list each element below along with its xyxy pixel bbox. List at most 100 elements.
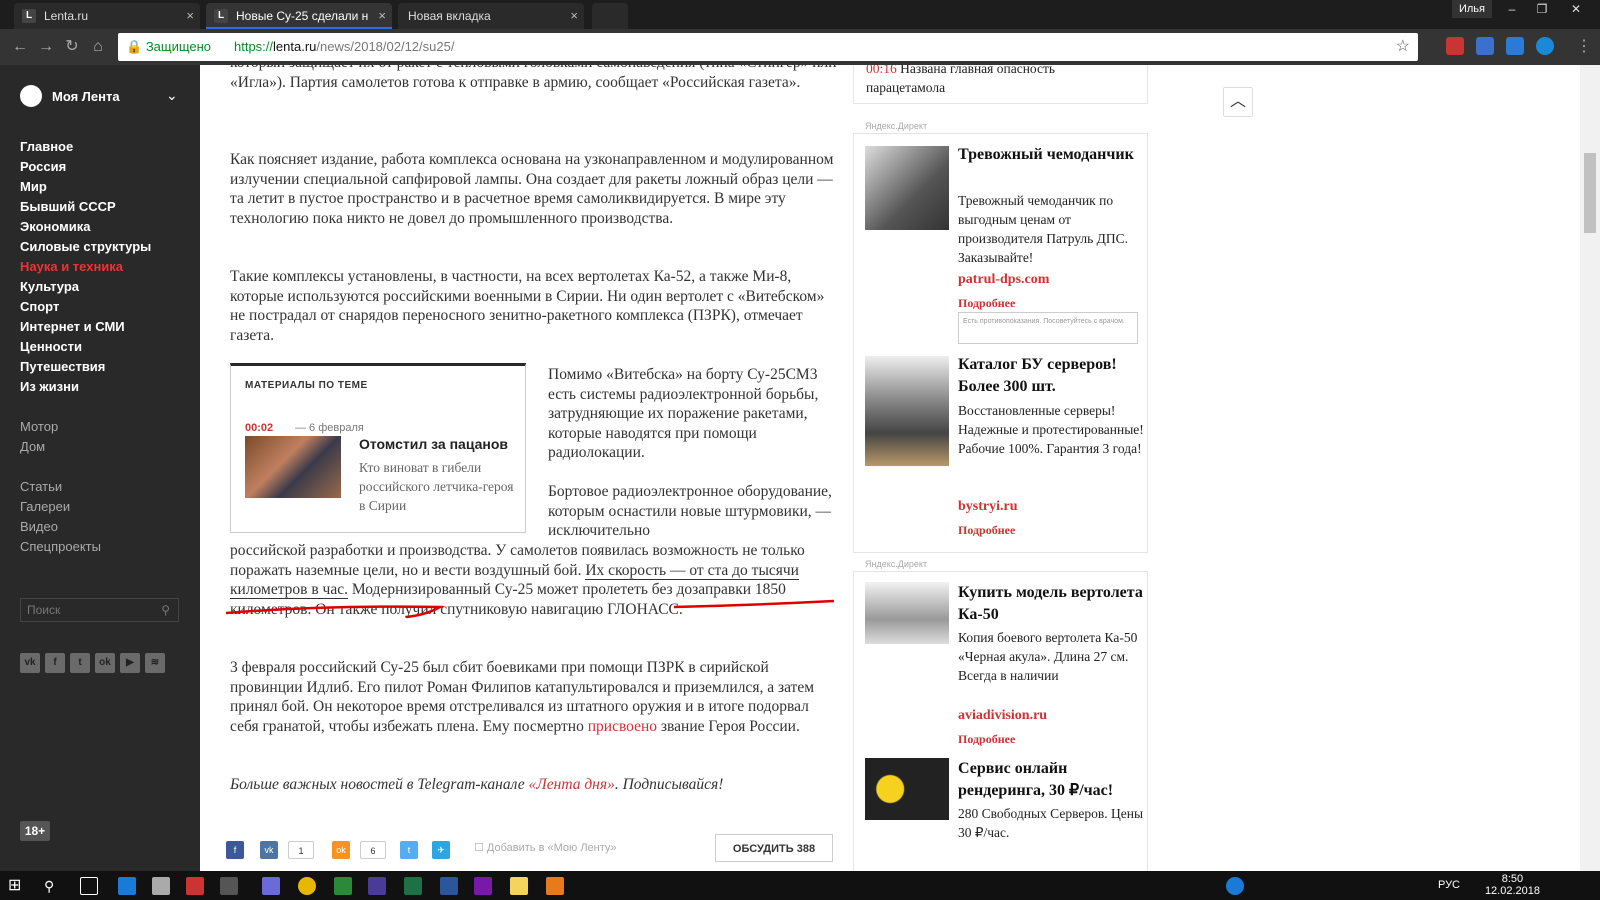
- hp-icon[interactable]: [1536, 37, 1554, 55]
- ad-title-link[interactable]: Сервис онлайн рендеринга, 30 ₽/час!: [958, 758, 1144, 802]
- ad-more-link[interactable]: Подробнее: [958, 296, 1015, 311]
- close-icon[interactable]: ×: [186, 3, 194, 29]
- sidebar-item-security[interactable]: Силовые структуры: [20, 239, 151, 254]
- ad-text[interactable]: Восстановленные серверы! Надежные и прот…: [958, 401, 1144, 458]
- visio-icon[interactable]: [368, 877, 386, 895]
- ad-more-link[interactable]: Подробнее: [958, 732, 1015, 747]
- twitter-icon[interactable]: t: [70, 653, 90, 673]
- app-icon[interactable]: [546, 877, 564, 895]
- ad-image[interactable]: [865, 758, 949, 820]
- sidebar-item-economy[interactable]: Экономика: [20, 219, 91, 234]
- task-view-icon[interactable]: [80, 877, 98, 895]
- sidebar-item-articles[interactable]: Статьи: [20, 479, 62, 494]
- minimize-icon[interactable]: –: [1500, 0, 1524, 18]
- facebook-icon[interactable]: f: [45, 653, 65, 673]
- top-news-item[interactable]: 00:16 Названа главная опасность парацета…: [853, 65, 1148, 104]
- telegram-channel-link[interactable]: «Лента дня»: [529, 776, 615, 793]
- sidebar-item-travel[interactable]: Путешествия: [20, 359, 105, 374]
- help-icon[interactable]: [1226, 877, 1244, 895]
- extension-icon[interactable]: [1506, 37, 1524, 55]
- excel-icon[interactable]: [404, 877, 422, 895]
- sidebar-item-motor[interactable]: Мотор: [20, 419, 58, 434]
- chrome-icon[interactable]: [298, 877, 316, 895]
- reload-icon[interactable]: ↻: [62, 37, 82, 57]
- restore-icon[interactable]: ❐: [1530, 0, 1554, 18]
- sidebar-item-science[interactable]: Наука и техника: [20, 259, 123, 274]
- search-icon[interactable]: ⚲: [44, 877, 62, 895]
- taskbar-clock[interactable]: 8:50 12.02.2018: [1485, 873, 1540, 897]
- ad-image[interactable]: [865, 146, 949, 230]
- word-icon[interactable]: [440, 877, 458, 895]
- ad-domain-link[interactable]: bystryi.ru: [958, 499, 1018, 515]
- profile-name[interactable]: Илья: [1452, 0, 1492, 18]
- menu-icon[interactable]: ⋮: [1574, 37, 1594, 57]
- tab-new[interactable]: Новая вкладка ×: [398, 3, 584, 29]
- extension-icon[interactable]: [1446, 37, 1464, 55]
- edge-icon[interactable]: [118, 877, 136, 895]
- prisvoeno-link[interactable]: присвоено: [588, 718, 657, 735]
- new-tab-button[interactable]: [592, 3, 628, 29]
- twitter-share-icon[interactable]: t: [400, 841, 418, 859]
- store-icon[interactable]: [152, 877, 170, 895]
- sidebar-item-ex-ussr[interactable]: Бывший СССР: [20, 199, 116, 214]
- sidebar-item-life[interactable]: Из жизни: [20, 379, 79, 394]
- keyboard-language[interactable]: РУС: [1438, 879, 1460, 891]
- sidebar-item-culture[interactable]: Культура: [20, 279, 79, 294]
- ok-share-icon[interactable]: ok: [332, 841, 350, 859]
- sticky-notes-icon[interactable]: [510, 877, 528, 895]
- app-icon[interactable]: [186, 877, 204, 895]
- app-icon[interactable]: [262, 877, 280, 895]
- back-icon[interactable]: ←: [10, 37, 30, 57]
- home-icon[interactable]: ⌂: [88, 37, 108, 57]
- search-input[interactable]: Поиск ⚲: [20, 598, 179, 622]
- related-title-link[interactable]: Отомстил за пацанов: [359, 436, 508, 452]
- tab-su25[interactable]: L Новые Су-25 сделали н ×: [206, 3, 392, 29]
- sidebar-item-values[interactable]: Ценности: [20, 339, 82, 354]
- facebook-share-icon[interactable]: f: [226, 841, 244, 859]
- close-icon[interactable]: ×: [378, 3, 386, 27]
- sidebar-item-video[interactable]: Видео: [20, 519, 58, 534]
- ad-title-link[interactable]: Тревожный чемоданчик: [958, 144, 1144, 166]
- scrollbar-thumb[interactable]: [1584, 153, 1596, 233]
- vk-share-icon[interactable]: vk: [260, 841, 278, 859]
- ad-title-link[interactable]: Каталог БУ серверов! Более 300 шт.: [958, 354, 1144, 398]
- onenote-icon[interactable]: [474, 877, 492, 895]
- ad-text[interactable]: Тревожный чемоданчик по выгодным ценам о…: [958, 191, 1144, 267]
- odnoklassniki-icon[interactable]: ok: [95, 653, 115, 673]
- page-scrollbar[interactable]: [1580, 65, 1600, 871]
- sidebar-item-specprojects[interactable]: Спецпроекты: [20, 539, 101, 554]
- ad-text[interactable]: Копия боевого вертолета Ка-50 «Черная ак…: [958, 628, 1144, 685]
- ad-domain-link[interactable]: patrul-dps.com: [958, 272, 1049, 288]
- search-icon[interactable]: ⚲: [161, 599, 170, 621]
- vk-icon[interactable]: vk: [20, 653, 40, 673]
- ad-title-link[interactable]: Купить модель вертолета Ка-50: [958, 582, 1144, 626]
- my-lenta-link[interactable]: Моя Лента: [52, 89, 120, 104]
- sidebar-item-home[interactable]: Дом: [20, 439, 45, 454]
- forward-icon[interactable]: →: [36, 37, 56, 57]
- project-icon[interactable]: [334, 877, 352, 895]
- sidebar-item-russia[interactable]: Россия: [20, 159, 66, 174]
- ad-text[interactable]: 280 Свободных Серверов. Цены 30 ₽/час.: [958, 804, 1144, 842]
- telegram-share-icon[interactable]: ✈: [432, 841, 450, 859]
- sidebar-item-world[interactable]: Мир: [20, 179, 47, 194]
- windows-start-icon[interactable]: ⊞: [8, 877, 26, 895]
- youtube-icon[interactable]: ▶: [120, 653, 140, 673]
- app-icon[interactable]: [220, 877, 238, 895]
- rss-icon[interactable]: ≋: [145, 653, 165, 673]
- translate-icon[interactable]: [1476, 37, 1494, 55]
- related-thumbnail[interactable]: [245, 436, 341, 498]
- ad-domain-link[interactable]: aviadivision.ru: [958, 708, 1047, 724]
- scroll-to-top-button[interactable]: ︿: [1223, 87, 1253, 117]
- sidebar-item-main[interactable]: Главное: [20, 139, 73, 154]
- chevron-down-icon[interactable]: ⌄: [166, 87, 178, 104]
- tab-lenta[interactable]: L Lenta.ru ×: [14, 3, 200, 29]
- window-close-icon[interactable]: ✕: [1564, 0, 1588, 18]
- address-bar[interactable]: 🔒 Защищено https://lenta.ru/news/2018/02…: [118, 33, 1418, 61]
- sidebar-item-sport[interactable]: Спорт: [20, 299, 59, 314]
- close-icon[interactable]: ×: [570, 3, 578, 29]
- sidebar-item-media[interactable]: Интернет и СМИ: [20, 319, 125, 334]
- bookmark-star-icon[interactable]: ☆: [1396, 33, 1410, 61]
- add-favorite-checkbox[interactable]: ☐ Добавить в «Мою Ленту»: [474, 841, 654, 854]
- ad-image[interactable]: [865, 582, 949, 644]
- ad-more-link[interactable]: Подробнее: [958, 523, 1015, 538]
